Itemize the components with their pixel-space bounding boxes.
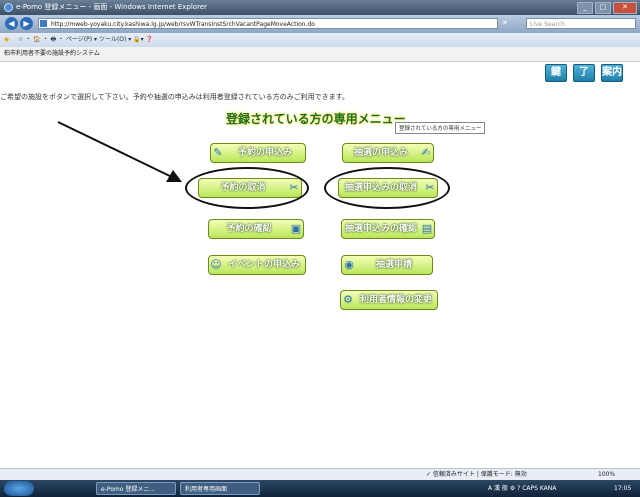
annotation-arrow: [57, 121, 182, 182]
command-items[interactable]: ☆ ・ 🏠 ・ 🖶 ・ ページ(P) ▾ ツール(O) ▾ 🔒▾ ❓: [18, 33, 153, 47]
close-button[interactable]: ✕: [613, 2, 637, 14]
reserve-cancel-label: 予約の取消: [220, 183, 266, 193]
window-controls: _ □ ✕: [577, 2, 637, 14]
start-button[interactable]: [4, 481, 34, 496]
lottery-confirm-label: 抽選申込みの確認: [344, 224, 417, 234]
reserve-apply-icon: ✎: [213, 146, 223, 159]
help-button-guide[interactable]: 案内: [601, 64, 623, 82]
reserve-confirm-label: 予約の確認: [226, 224, 272, 234]
lottery-result-button[interactable]: ◉ 抽選申請: [341, 255, 433, 275]
url-field[interactable]: http://mweb-yoyaku.city.kashiwa.lg.jp/we…: [38, 18, 498, 29]
page-tab-bar: 柏市利用者不要の施設予約システム: [0, 47, 640, 62]
reserve-apply-button[interactable]: ✎ 予約の申込み: [210, 143, 306, 163]
taskbar-item-ie[interactable]: e-Pomo 登録メニ...: [96, 482, 176, 495]
menu-title: 登録されている方の専用メニュー: [226, 112, 406, 126]
lottery-confirm-button[interactable]: 抽選申込みの確認 ▤: [341, 219, 435, 239]
tooltip: 登録されている方の専用メニュー: [395, 122, 486, 134]
maximize-button[interactable]: □: [595, 2, 611, 14]
lottery-result-icon: ◉: [344, 258, 354, 271]
page-tab[interactable]: 柏市利用者不要の施設予約システム: [4, 47, 100, 61]
help-buttons: 鍵 了 案内: [545, 64, 623, 82]
lottery-cancel-label: 抽選申込みの取消: [344, 183, 417, 193]
reserve-cancel-button[interactable]: 予約の取消 ✂: [198, 178, 302, 198]
window-title: e-Pomo 登録メニュー - 画面 - Windows Internet Ex…: [16, 3, 208, 11]
instructions-text: ご希望の施設をボタンで選択して下さい。予約や抽選の申込みは利用者登録されている方…: [0, 93, 349, 101]
lottery-cancel-button[interactable]: 抽選申込みの取消 ✂: [338, 178, 438, 198]
taskbar-item-user[interactable]: 利用者専用画面: [180, 482, 260, 495]
system-tray: A 漢 般 ⚙ ? CAPS KANA: [488, 485, 557, 492]
user-info-icon: ⚙: [343, 293, 353, 306]
reserve-cancel-icon: ✂: [289, 181, 299, 194]
ie-icon: [4, 3, 13, 12]
lottery-confirm-icon: ▤: [421, 222, 433, 235]
command-bar: ★ ☆ ・ 🏠 ・ 🖶 ・ ページ(P) ▾ ツール(O) ▾ 🔒▾ ❓: [0, 33, 640, 47]
address-bar: ◀ ▶ http://mweb-yoyaku.city.kashiwa.lg.j…: [0, 15, 640, 33]
help-button-1[interactable]: 鍵: [545, 64, 567, 82]
event-apply-icon: ☺: [210, 258, 222, 271]
lottery-apply-label: 抽選の申込み: [353, 148, 408, 158]
user-info-button[interactable]: ⚙ 利用者情報の変更: [340, 290, 438, 310]
clock[interactable]: 17:05: [614, 482, 631, 495]
lottery-apply-icon: ✍: [421, 146, 431, 159]
lottery-result-label: 抽選申請: [375, 260, 412, 270]
stop-icon[interactable]: ✕: [502, 18, 524, 29]
search-input[interactable]: Live Search: [526, 18, 636, 29]
event-apply-button[interactable]: ☺ イベントの申込み: [208, 255, 306, 275]
user-info-label: 利用者情報の変更: [359, 295, 432, 305]
page-icon: [40, 20, 47, 27]
reserve-apply-label: 予約の申込み: [237, 148, 292, 158]
lottery-apply-button[interactable]: 抽選の申込み ✍: [342, 143, 434, 163]
window-titlebar: e-Pomo 登録メニュー - 画面 - Windows Internet Ex…: [0, 0, 640, 15]
forward-icon[interactable]: ▶: [20, 17, 33, 30]
taskbar: e-Pomo 登録メニ... 利用者専用画面 A 漢 般 ⚙ ? CAPS KA…: [0, 480, 640, 497]
favorites-star-icon[interactable]: ★: [3, 36, 10, 44]
reserve-confirm-icon: ▣: [290, 222, 302, 235]
help-button-2[interactable]: 了: [573, 64, 595, 82]
minimize-button[interactable]: _: [577, 2, 593, 14]
lottery-cancel-icon: ✂: [425, 181, 435, 194]
reserve-confirm-button[interactable]: 予約の確認 ▣: [208, 219, 304, 239]
event-apply-label: イベントの申込み: [227, 260, 300, 270]
back-icon[interactable]: ◀: [5, 17, 18, 30]
